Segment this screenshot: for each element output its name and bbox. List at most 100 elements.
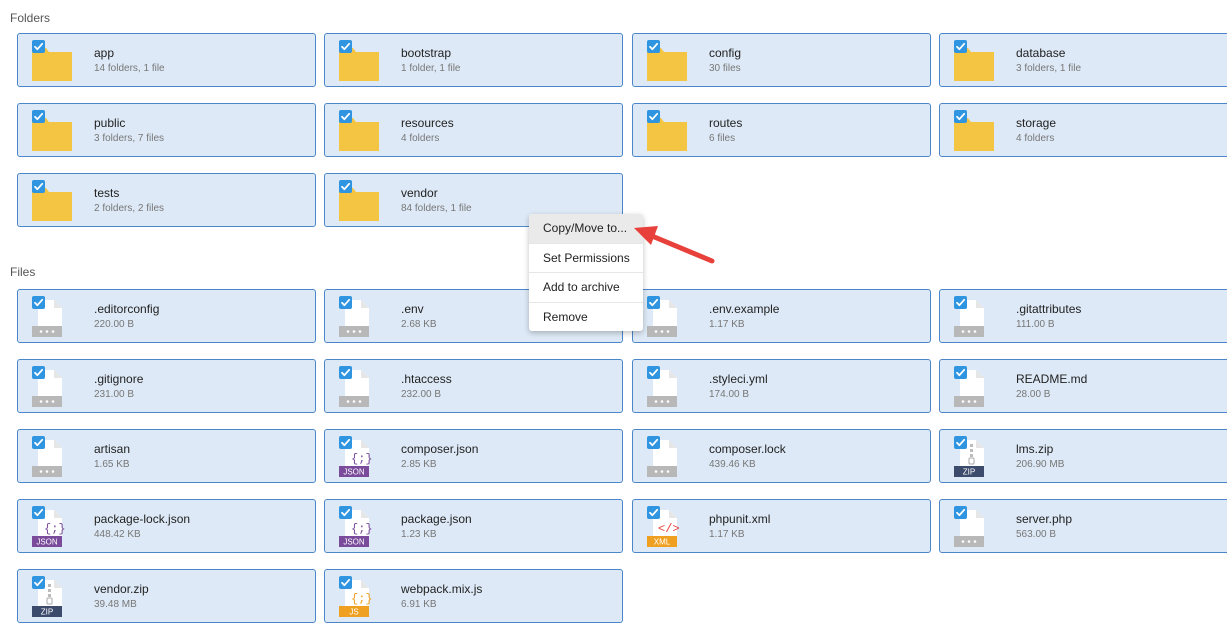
folder-name: tests: [94, 186, 120, 200]
generic-file-icon: [30, 366, 74, 408]
menu-item-set-permissions[interactable]: Set Permissions: [529, 244, 643, 273]
file-meta: 439.46 KB: [709, 459, 756, 470]
folder-tile[interactable]: storage 4 folders: [939, 103, 1227, 157]
file-name: .styleci.yml: [709, 372, 768, 386]
file-name: phpunit.xml: [709, 512, 771, 526]
checkbox-checked-icon[interactable]: [339, 110, 352, 123]
file-name: package.json: [401, 512, 472, 526]
folder-icon: [337, 40, 381, 82]
checkbox-checked-icon[interactable]: [339, 180, 352, 193]
file-tile[interactable]: {;} JSON composer.json 2.85 KB: [324, 429, 623, 483]
file-tile[interactable]: .htaccess 232.00 B: [324, 359, 623, 413]
svg-text:JS: JS: [349, 608, 358, 617]
checkbox-checked-icon[interactable]: [32, 180, 45, 193]
folder-tile[interactable]: public 3 folders, 7 files: [17, 103, 316, 157]
checkbox-checked-icon[interactable]: [954, 436, 967, 449]
checkbox-checked-icon[interactable]: [954, 40, 967, 53]
file-tile[interactable]: .env.example 1.17 KB: [632, 289, 931, 343]
menu-item-remove[interactable]: Remove: [529, 303, 643, 332]
folders-section-title: Folders: [10, 11, 51, 25]
checkbox-checked-icon[interactable]: [339, 40, 352, 53]
folder-tile[interactable]: tests 2 folders, 2 files: [17, 173, 316, 227]
folder-tile[interactable]: app 14 folders, 1 file: [17, 33, 316, 87]
file-tile[interactable]: </> XML phpunit.xml 1.17 KB: [632, 499, 931, 553]
folder-name: database: [1016, 46, 1066, 60]
file-meta: 231.00 B: [94, 389, 135, 400]
json-file-icon: {;} JSON: [30, 506, 74, 548]
file-tile[interactable]: .gitignore 231.00 B: [17, 359, 316, 413]
generic-file-icon: [337, 366, 381, 408]
file-tile[interactable]: artisan 1.65 KB: [17, 429, 316, 483]
checkbox-checked-icon[interactable]: [647, 110, 660, 123]
checkbox-checked-icon[interactable]: [954, 366, 967, 379]
file-tile[interactable]: {;} JSON package.json 1.23 KB: [324, 499, 623, 553]
folder-name: app: [94, 46, 115, 60]
checkbox-checked-icon[interactable]: [32, 110, 45, 123]
folder-tile[interactable]: bootstrap 1 folder, 1 file: [324, 33, 623, 87]
checkbox-checked-icon[interactable]: [32, 366, 45, 379]
file-tile[interactable]: ZIP vendor.zip 39.48 MB: [17, 569, 316, 623]
file-name: lms.zip: [1016, 442, 1054, 456]
file-meta: 1.23 KB: [401, 529, 437, 540]
file-tile[interactable]: server.php 563.00 B: [939, 499, 1227, 553]
file-meta: 2.68 KB: [401, 319, 437, 330]
folder-tile[interactable]: database 3 folders, 1 file: [939, 33, 1227, 87]
checkbox-checked-icon[interactable]: [647, 366, 660, 379]
checkbox-checked-icon[interactable]: [954, 110, 967, 123]
checkbox-checked-icon[interactable]: [647, 436, 660, 449]
svg-text:{;}: {;}: [44, 522, 66, 536]
folder-tile[interactable]: config 30 files: [632, 33, 931, 87]
file-name: .editorconfig: [94, 302, 160, 316]
checkbox-checked-icon[interactable]: [339, 506, 352, 519]
zip-file-icon: ZIP: [30, 576, 74, 618]
files-section-title: Files: [10, 265, 36, 279]
checkbox-checked-icon[interactable]: [647, 40, 660, 53]
zip-file-icon: ZIP: [952, 436, 996, 478]
file-tile[interactable]: {;} JSON package-lock.json 448.42 KB: [17, 499, 316, 553]
folder-icon: [952, 40, 996, 82]
folder-meta: 4 folders: [401, 133, 440, 144]
checkbox-checked-icon[interactable]: [32, 506, 45, 519]
folder-meta: 3 folders, 7 files: [94, 133, 165, 144]
checkbox-checked-icon[interactable]: [32, 296, 45, 309]
checkbox-checked-icon[interactable]: [954, 296, 967, 309]
file-tile[interactable]: .gitattributes 111.00 B: [939, 289, 1227, 343]
file-name: composer.json: [401, 442, 479, 456]
folder-icon: [645, 40, 689, 82]
folder-tile[interactable]: resources 4 folders: [324, 103, 623, 157]
file-name: README.md: [1016, 372, 1088, 386]
file-tile[interactable]: {;} JS webpack.mix.js 6.91 KB: [324, 569, 623, 623]
file-tile[interactable]: ZIP lms.zip 206.90 MB: [939, 429, 1227, 483]
file-tile[interactable]: .styleci.yml 174.00 B: [632, 359, 931, 413]
checkbox-checked-icon[interactable]: [339, 436, 352, 449]
file-tile[interactable]: README.md 28.00 B: [939, 359, 1227, 413]
file-name: webpack.mix.js: [401, 582, 483, 596]
checkbox-checked-icon[interactable]: [647, 506, 660, 519]
svg-text:</>: </>: [658, 522, 680, 536]
menu-item-add-to-archive[interactable]: Add to archive: [529, 273, 643, 303]
file-meta: 206.90 MB: [1016, 459, 1065, 470]
folder-meta: 84 folders, 1 file: [401, 203, 472, 214]
checkbox-checked-icon[interactable]: [32, 40, 45, 53]
checkbox-checked-icon[interactable]: [32, 576, 45, 589]
checkbox-checked-icon[interactable]: [954, 506, 967, 519]
svg-text:JSON: JSON: [343, 468, 365, 477]
menu-item-copy-move[interactable]: Copy/Move to...: [529, 214, 643, 244]
folder-tile[interactable]: routes 6 files: [632, 103, 931, 157]
file-meta: 28.00 B: [1016, 389, 1051, 400]
js-file-icon: {;} JS: [337, 576, 381, 618]
generic-file-icon: [645, 366, 689, 408]
checkbox-checked-icon[interactable]: [339, 576, 352, 589]
checkbox-checked-icon[interactable]: [647, 296, 660, 309]
checkbox-checked-icon[interactable]: [339, 366, 352, 379]
checkbox-checked-icon[interactable]: [339, 296, 352, 309]
checkbox-checked-icon[interactable]: [32, 436, 45, 449]
svg-text:{;}: {;}: [351, 592, 373, 606]
folder-meta: 30 files: [709, 63, 741, 74]
file-name: server.php: [1016, 512, 1073, 526]
file-tile[interactable]: .editorconfig 220.00 B: [17, 289, 316, 343]
file-tile[interactable]: composer.lock 439.46 KB: [632, 429, 931, 483]
svg-text:ZIP: ZIP: [41, 608, 53, 617]
file-meta: 6.91 KB: [401, 599, 437, 610]
generic-file-icon: [30, 296, 74, 338]
